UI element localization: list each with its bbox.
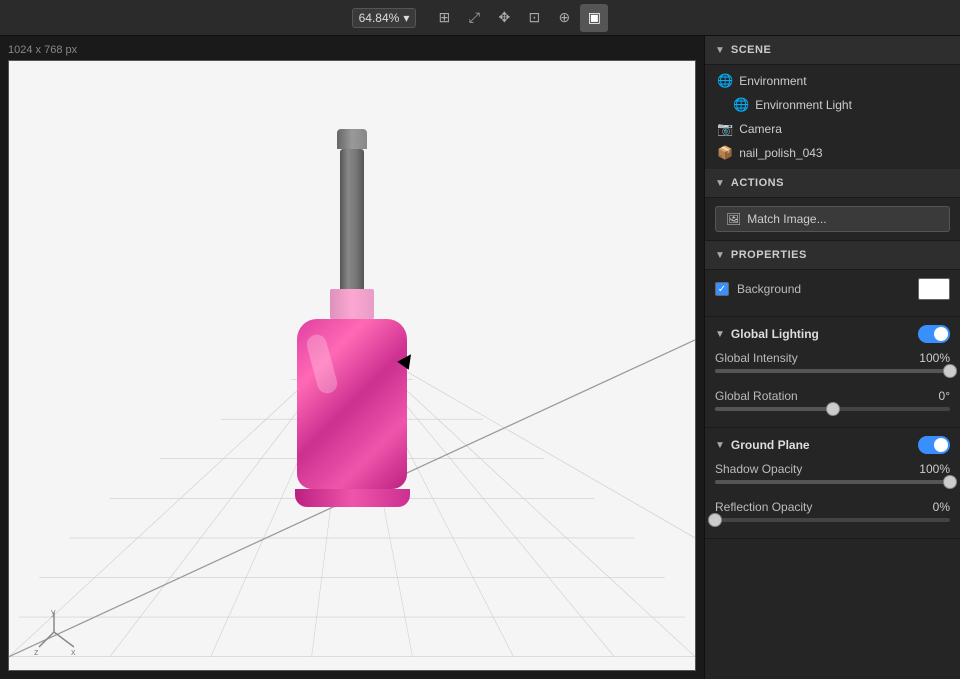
scene-content: .grid-line { stroke: #ccc; stroke-width:…: [9, 61, 695, 670]
match-image-label: Match Image...: [747, 212, 826, 226]
global-intensity-row: Global Intensity 100%: [715, 351, 950, 365]
global-intensity-label: Global Intensity: [715, 351, 798, 365]
canvas-area[interactable]: .grid-line { stroke: #ccc; stroke-width:…: [8, 60, 696, 671]
toolbar: 64.84% ▾ ⊞ ⤢ ✥ ⊡ ⊕ ▣: [0, 0, 960, 36]
globe-icon-sub: 🌐: [733, 97, 749, 113]
global-rotation-track[interactable]: [715, 407, 950, 411]
shadow-opacity-container: Shadow Opacity 100%: [705, 462, 960, 500]
actions-section-header[interactable]: ▼ ACTIONS: [705, 169, 960, 198]
reflection-opacity-thumb[interactable]: [708, 513, 722, 527]
shadow-opacity-row: Shadow Opacity 100%: [715, 462, 950, 476]
tree-item-camera[interactable]: 📷 Camera: [705, 117, 960, 141]
zoom-control[interactable]: 64.84% ▾: [352, 8, 417, 28]
global-rotation-label: Global Rotation: [715, 389, 798, 403]
actions-title: ACTIONS: [731, 177, 784, 189]
global-lighting-title: Global Lighting: [731, 327, 918, 341]
right-panel: ▼ SCENE 🌐 Environment 🌐 Environment Ligh…: [704, 36, 960, 679]
match-image-button[interactable]: 🖼 Match Image...: [715, 206, 950, 232]
properties-title: PROPERTIES: [731, 249, 807, 261]
zoom-value: 64.84%: [359, 11, 400, 25]
add-object-button[interactable]: ⊕: [550, 4, 578, 32]
tree-label-environment-light: Environment Light: [755, 98, 852, 112]
ground-plane-content: Shadow Opacity 100% Reflection Opacity 0…: [705, 462, 960, 538]
background-row: ✓ Background: [715, 278, 950, 300]
global-intensity-track[interactable]: [715, 369, 950, 373]
global-lighting-chevron-icon: ▼: [715, 329, 725, 340]
svg-text:y: y: [51, 607, 56, 617]
box-icon: 📦: [717, 145, 733, 161]
global-rotation-container: Global Rotation 0°: [705, 389, 960, 427]
scene-title: SCENE: [731, 44, 771, 56]
global-rotation-thumb[interactable]: [826, 402, 840, 416]
reflection-opacity-value: 0%: [933, 500, 950, 514]
reflection-opacity-track[interactable]: [715, 518, 950, 522]
ground-plane-subsection: ▼ Ground Plane Shadow Opacity 100%: [705, 428, 960, 539]
scene-chevron-icon: ▼: [715, 45, 725, 56]
shadow-opacity-value: 100%: [919, 462, 950, 476]
viewport[interactable]: 1024 x 768 px .grid-line { stroke: #ccc;…: [0, 36, 704, 679]
bottle-neck: [330, 289, 374, 319]
bottle-base: [295, 489, 410, 507]
tree-label-environment: Environment: [739, 74, 806, 88]
actions-chevron-icon: ▼: [715, 178, 725, 189]
tree-item-environment[interactable]: 🌐 Environment: [705, 69, 960, 93]
global-rotation-row: Global Rotation 0°: [715, 389, 950, 403]
bottle-body: [297, 319, 407, 489]
move-button[interactable]: ✥: [490, 4, 518, 32]
tree-label-camera: Camera: [739, 122, 782, 136]
grid-button[interactable]: ⊞: [430, 4, 458, 32]
background-label: Background: [737, 282, 910, 296]
zoom-dropdown-icon: ▾: [403, 11, 409, 25]
shadow-opacity-fill: [715, 480, 950, 484]
camera-icon: 📷: [717, 121, 733, 137]
tree-item-nail-polish[interactable]: 📦 nail_polish_043: [705, 141, 960, 165]
scene-tree: 🌐 Environment 🌐 Environment Light 📷 Came…: [705, 65, 960, 169]
global-intensity-thumb[interactable]: [943, 364, 957, 378]
scene-section-header[interactable]: ▼ SCENE: [705, 36, 960, 65]
nail-polish-model: [272, 129, 432, 499]
global-lighting-subsection: ▼ Global Lighting Global Intensity 100%: [705, 317, 960, 428]
global-lighting-toggle[interactable]: [918, 325, 950, 343]
toolbar-center: 64.84% ▾ ⊞ ⤢ ✥ ⊡ ⊕ ▣: [352, 4, 609, 32]
render-button[interactable]: ▣: [580, 4, 608, 32]
globe-icon: 🌐: [717, 73, 733, 89]
viewport-dimensions: 1024 x 768 px: [8, 44, 77, 56]
ground-plane-chevron-icon: ▼: [715, 440, 725, 451]
global-rotation-fill: [715, 407, 833, 411]
frame-button[interactable]: ⤢: [460, 4, 488, 32]
global-intensity-value: 100%: [919, 351, 950, 365]
shadow-opacity-thumb[interactable]: [943, 475, 957, 489]
main-area: 1024 x 768 px .grid-line { stroke: #ccc;…: [0, 36, 960, 679]
global-lighting-content: Global Intensity 100% Global Rotation 0°: [705, 351, 960, 427]
ground-plane-title: Ground Plane: [731, 438, 918, 452]
match-image-icon: 🖼: [726, 212, 741, 226]
tree-item-environment-light[interactable]: 🌐 Environment Light: [705, 93, 960, 117]
bottle-cap: [337, 129, 367, 149]
axis-indicator: z x y: [29, 607, 79, 660]
global-rotation-value: 0°: [939, 389, 950, 403]
properties-section: ✓ Background: [705, 270, 960, 317]
shadow-opacity-track[interactable]: [715, 480, 950, 484]
reflection-opacity-label: Reflection Opacity: [715, 500, 812, 514]
svg-text:z: z: [34, 647, 39, 657]
global-intensity-fill: [715, 369, 950, 373]
ground-plane-toggle[interactable]: [918, 436, 950, 454]
reflection-opacity-row: Reflection Opacity 0%: [715, 500, 950, 514]
properties-section-header[interactable]: ▼ PROPERTIES: [705, 241, 960, 270]
global-lighting-header[interactable]: ▼ Global Lighting: [705, 317, 960, 351]
svg-text:x: x: [71, 647, 76, 657]
bottle-handle: [340, 149, 364, 289]
background-color-swatch[interactable]: [918, 278, 950, 300]
global-intensity-container: Global Intensity 100%: [705, 351, 960, 389]
actions-section: 🖼 Match Image...: [705, 198, 960, 241]
properties-chevron-icon: ▼: [715, 250, 725, 261]
ground-plane-header[interactable]: ▼ Ground Plane: [705, 428, 960, 462]
reflection-opacity-container: Reflection Opacity 0%: [705, 500, 960, 538]
tree-label-nail-polish: nail_polish_043: [739, 146, 822, 160]
background-checkbox[interactable]: ✓: [715, 282, 729, 296]
pivot-button[interactable]: ⊡: [520, 4, 548, 32]
shadow-opacity-label: Shadow Opacity: [715, 462, 802, 476]
